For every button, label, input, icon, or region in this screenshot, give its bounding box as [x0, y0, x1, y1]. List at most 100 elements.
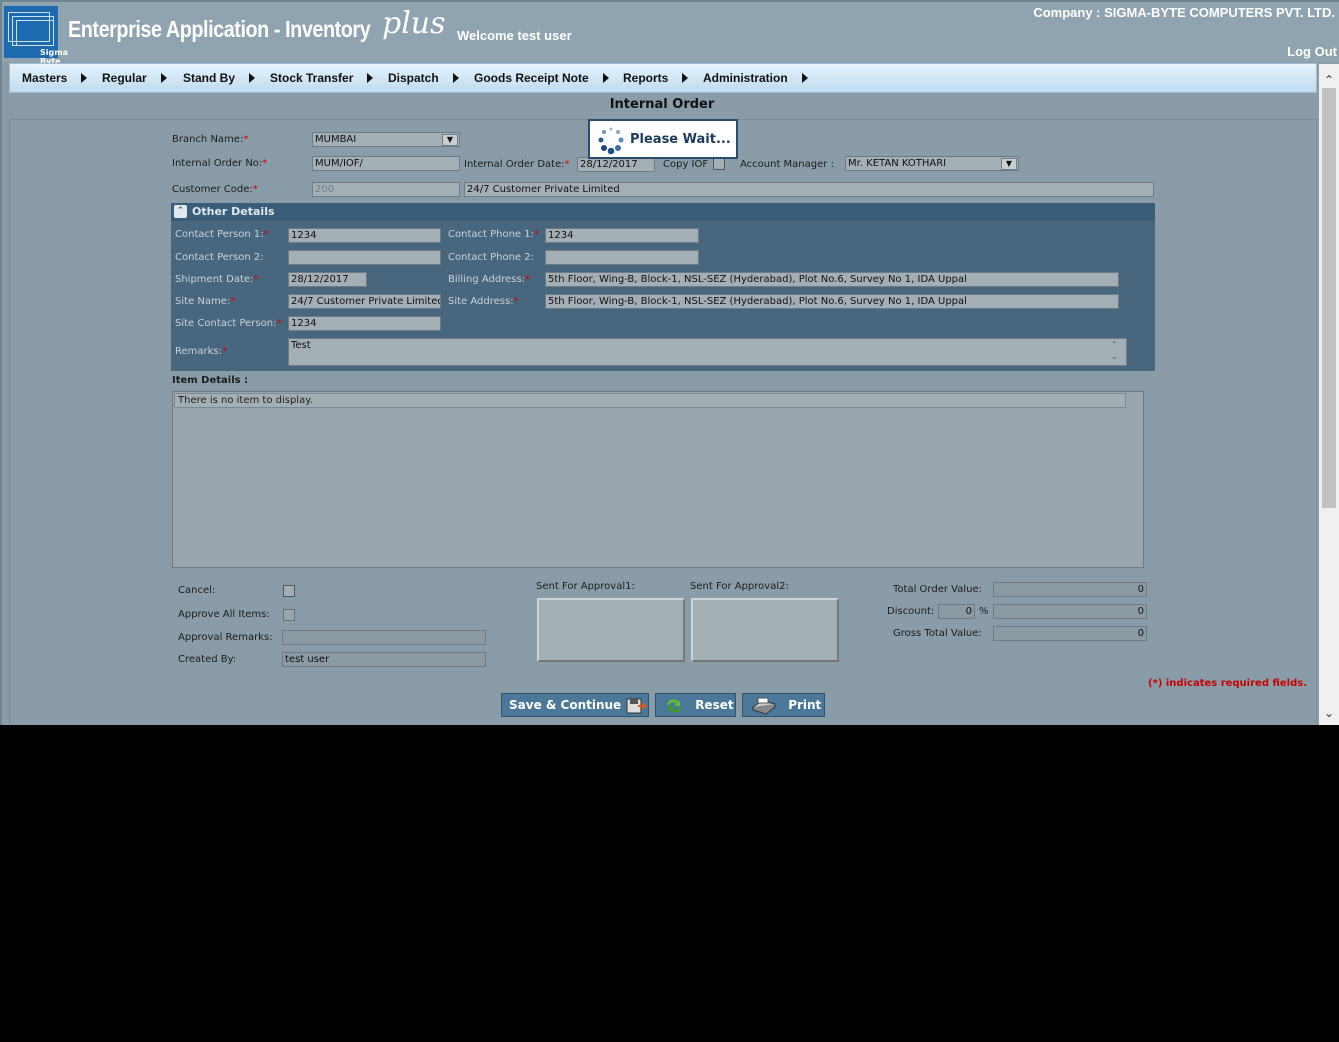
contact-phone2-label: Contact Phone 2: [448, 252, 534, 263]
menu-label: Dispatch [388, 71, 439, 85]
menu-goods-receipt-note[interactable]: Goods Receipt Note [474, 71, 609, 85]
contact-phone1-label: Contact Phone 1:* [448, 229, 539, 240]
gross-total-label: Gross Total Value: [893, 628, 982, 639]
reset-button[interactable]: Reset [655, 693, 736, 717]
sent-approval1-label: Sent For Approval1: [536, 581, 635, 592]
remarks-textarea[interactable]: Test [288, 338, 1127, 366]
save-continue-label: Save & Continue [509, 698, 622, 712]
textarea-scroll-up-icon[interactable]: ⌃ [1111, 340, 1118, 349]
account-manager-select[interactable]: Mr. KETAN KOTHARI ▼ [845, 156, 1019, 171]
menu-label: Administration [703, 71, 788, 85]
loading-text: Please Wait... [630, 132, 731, 147]
save-icon [626, 698, 648, 713]
io-no-input[interactable]: MUM/IOF/ [312, 156, 460, 171]
contact-person1-input[interactable]: 1234 [288, 228, 441, 243]
arrow-right-icon [452, 73, 459, 83]
menu-label: Reports [623, 71, 669, 85]
chevron-down-icon: ▼ [1001, 158, 1017, 170]
discount-percent-input[interactable]: 0 [938, 604, 975, 619]
discount-value-input[interactable]: 0 [993, 604, 1147, 619]
textarea-scroll-down-icon[interactable]: ⌄ [1111, 352, 1118, 361]
contact-phone1-input[interactable]: 1234 [545, 228, 699, 243]
cancel-label: Cancel: [178, 585, 216, 596]
header: Sigma Byte Enterprise Application - Inve… [2, 2, 1339, 66]
scroll-up-icon[interactable]: ⌃ [1319, 70, 1339, 90]
copy-iof-label: Copy IOF [663, 159, 709, 170]
sent-approval1-box[interactable] [537, 598, 685, 662]
menu-stock-transfer[interactable]: Stock Transfer [270, 71, 374, 85]
site-address-input[interactable]: 5th Floor, Wing-B, Block-1, NSL-SEZ (Hyd… [545, 294, 1119, 309]
contact-person2-input[interactable] [288, 250, 441, 265]
billing-address-input[interactable]: 5th Floor, Wing-B, Block-1, NSL-SEZ (Hyd… [545, 272, 1119, 287]
shipment-date-input[interactable]: 28/12/2017 [288, 272, 367, 287]
approve-all-label: Approve All Items: [178, 609, 270, 620]
created-by-input[interactable]: test user [282, 652, 486, 667]
app-window: Sigma Byte Enterprise Application - Inve… [0, 0, 1339, 725]
other-details-header[interactable]: ⌃ Other Details [171, 203, 1155, 221]
sent-approval2-box[interactable] [691, 598, 839, 662]
vertical-scrollbar[interactable]: ⌃ ⌄ [1319, 64, 1339, 725]
site-contact-input[interactable]: 1234 [288, 316, 441, 331]
io-date-input[interactable]: 28/12/2017 [577, 157, 655, 172]
customer-code-input[interactable]: 200 [312, 182, 460, 197]
contact-person1-label: Contact Person 1:* [175, 229, 269, 240]
other-details-title: Other Details [192, 205, 275, 218]
site-name-input[interactable]: 24/7 Customer Private Limited [288, 294, 441, 309]
app-title-plus: plus [382, 6, 446, 41]
shipment-date-label: Shipment Date:* [175, 274, 259, 285]
total-order-input[interactable]: 0 [993, 582, 1147, 597]
customer-name-input[interactable]: 24/7 Customer Private Limited [464, 182, 1154, 197]
chevron-down-icon: ▼ [442, 134, 458, 146]
approval-remarks-label: Approval Remarks: [178, 632, 273, 643]
menu-label: Goods Receipt Note [474, 71, 589, 85]
cancel-checkbox[interactable] [283, 585, 295, 597]
item-details-label: Item Details : [172, 375, 249, 386]
account-manager-label: Account Manager : [740, 159, 834, 170]
branch-value: MUMBAI [315, 134, 357, 145]
printer-icon [751, 697, 777, 715]
logout-link[interactable]: Log Out [1287, 44, 1337, 59]
save-continue-button[interactable]: Save & Continue [501, 693, 649, 717]
contact-phone2-input[interactable] [545, 250, 699, 265]
menu-regular[interactable]: Regular [102, 71, 167, 85]
total-order-label: Total Order Value: [893, 584, 982, 595]
percent-sign: % [979, 606, 989, 617]
approval-remarks-input[interactable] [282, 630, 486, 645]
io-no-label: Internal Order No:* [172, 158, 268, 169]
welcome-text: Welcome test user [457, 28, 572, 43]
menu-masters[interactable]: Masters [22, 71, 88, 85]
refresh-icon [667, 698, 681, 713]
menu-administration[interactable]: Administration [703, 71, 808, 85]
branch-label: Branch Name:* [172, 134, 249, 145]
menu-stand-by[interactable]: Stand By [183, 71, 256, 85]
spinner-icon [598, 127, 624, 155]
created-by-label: Created By: [178, 654, 237, 665]
menu-label: Regular [102, 71, 147, 85]
site-address-label: Site Address:* [448, 296, 519, 307]
arrow-right-icon [160, 73, 167, 83]
scroll-thumb[interactable] [1322, 88, 1336, 508]
remarks-label: Remarks:* [175, 346, 228, 357]
branch-select[interactable]: MUMBAI ▼ [312, 132, 460, 147]
collapse-icon[interactable]: ⌃ [174, 205, 187, 218]
approve-all-checkbox[interactable] [283, 609, 295, 621]
site-contact-label: Site Contact Person:* [175, 318, 282, 329]
menu-reports[interactable]: Reports [623, 71, 689, 85]
scroll-down-icon[interactable]: ⌄ [1319, 703, 1339, 723]
logo-icon: Sigma Byte [4, 6, 68, 66]
reset-label: Reset [695, 698, 734, 712]
arrow-right-icon [801, 73, 808, 83]
arrow-right-icon [367, 73, 374, 83]
print-button[interactable]: Print [742, 693, 825, 717]
gross-total-input[interactable]: 0 [993, 626, 1147, 641]
copy-iof-checkbox[interactable] [713, 158, 725, 170]
menu-dispatch[interactable]: Dispatch [388, 71, 459, 85]
menu-label: Masters [22, 71, 68, 85]
account-manager-value: Mr. KETAN KOTHARI [848, 158, 947, 169]
required-fields-note: (*) indicates required fields. [1148, 678, 1307, 689]
company-name: Company : SIGMA-BYTE COMPUTERS PVT. LTD. [1033, 5, 1335, 20]
contact-person2-label: Contact Person 2: [175, 252, 264, 263]
other-details-panel: Contact Person 1:* 1234 Contact Phone 1:… [171, 221, 1155, 371]
arrow-right-icon [249, 73, 256, 83]
item-details-grid: There is no item to display. [172, 391, 1144, 568]
